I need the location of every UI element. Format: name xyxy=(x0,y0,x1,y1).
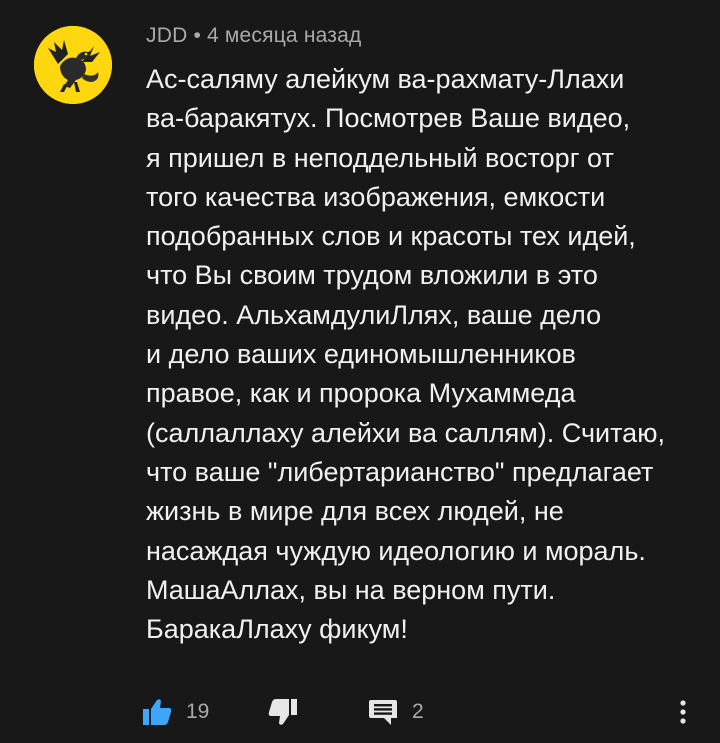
comment-line: что ваше "либертарианство" предлагает xyxy=(146,456,654,487)
comment-line: и дело ваших единомышленников xyxy=(146,339,576,370)
comment-thread-item: JDD • 4 месяца назад Ас-саляму алейкум ва-… xyxy=(0,0,720,743)
comment-line: насаждая чуждую идеологию и мораль. xyxy=(146,535,646,566)
comment-actions: 19 2 xyxy=(0,690,720,734)
thumbs-up-icon xyxy=(143,699,172,725)
comment-line: жизнь в мире для всех людей, не xyxy=(146,496,564,527)
dislike-button[interactable] xyxy=(268,690,298,734)
comment-line: Ас-саляму алейкум ва-рахмату-Ллахи xyxy=(146,64,625,94)
comment-time[interactable]: 4 месяца назад xyxy=(207,24,361,47)
more-vert-icon xyxy=(680,700,686,724)
comment-line: МашаАллах, вы на верном пути. xyxy=(146,574,556,605)
thumbs-down-icon xyxy=(268,699,297,725)
author-name[interactable]: JDD xyxy=(146,24,187,47)
reply-button[interactable]: 2 xyxy=(368,690,424,734)
like-button[interactable]: 19 xyxy=(142,690,209,734)
comment-text: Ас-саляму алейкум ва-рахмату-Ллахи ва-ба… xyxy=(146,60,706,649)
comment-line: ва-баракятух. Посмотрев Ваше видео, xyxy=(146,103,631,134)
comment-line: БаракаЛлаху фикум! xyxy=(146,614,408,645)
comment-line: подобранных слов и красоты тех идей, xyxy=(146,221,636,252)
comment-line: видео. АльхамдулиЛлях, ваше дело xyxy=(146,299,602,330)
comment-line: что Вы своим трудом вложили в это xyxy=(146,260,598,291)
reply-icon xyxy=(369,700,397,725)
meta-separator: • xyxy=(193,24,201,47)
comment-line: я пришел в неподдельный восторг от xyxy=(146,142,614,173)
comment-meta: JDD • 4 месяца назад xyxy=(146,24,361,48)
comment-line: правое, как и пророка Мухаммеда xyxy=(146,378,576,409)
like-count: 19 xyxy=(186,700,210,723)
dragon-avatar-icon xyxy=(34,26,112,104)
more-options-button[interactable] xyxy=(668,690,698,734)
reply-count: 2 xyxy=(412,700,424,723)
comment-line: того качества изображения, емкости xyxy=(146,181,606,212)
author-avatar[interactable] xyxy=(34,26,112,104)
comment-line: (саллаллаху алейхи ва саллям). Считаю, xyxy=(146,417,665,448)
